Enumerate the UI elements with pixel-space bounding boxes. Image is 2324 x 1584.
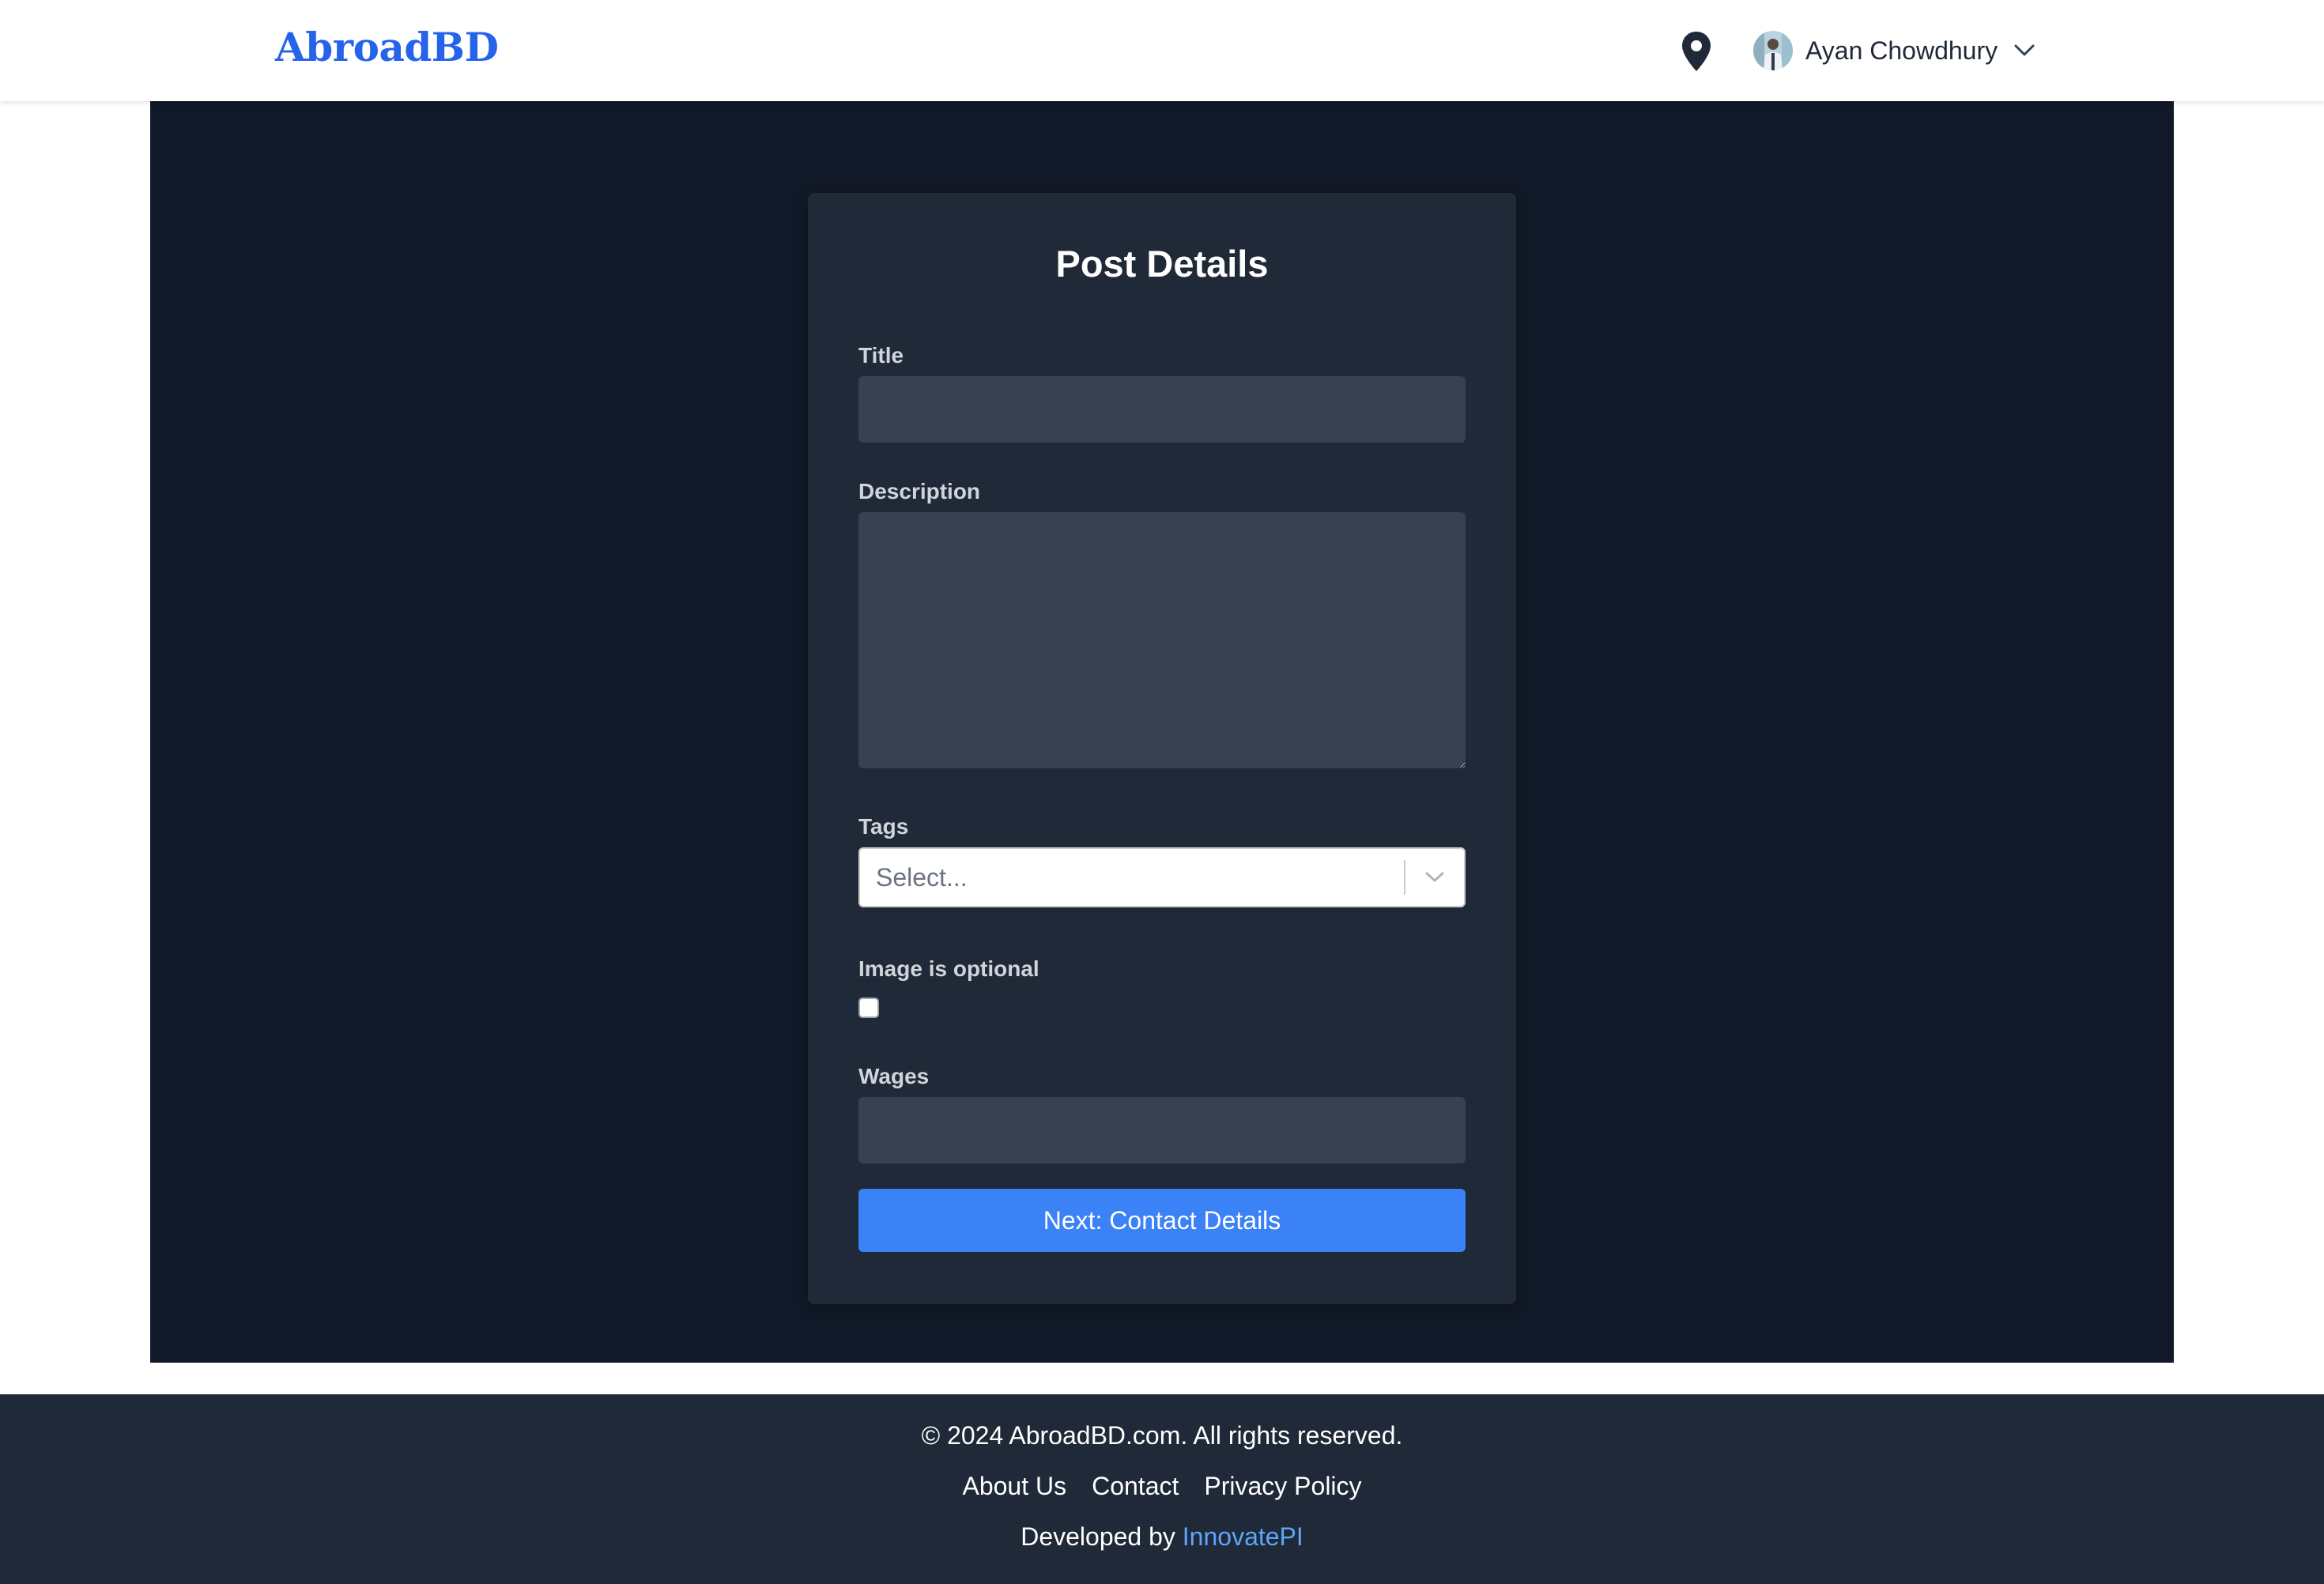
- post-details-form: Post Details Title Description Tags Sele…: [808, 193, 1516, 1304]
- map-pin-icon[interactable]: [1681, 30, 1712, 73]
- developed-by-prefix: Developed by: [1021, 1522, 1183, 1551]
- chevron-down-icon[interactable]: [1405, 849, 1464, 906]
- description-label: Description: [858, 479, 981, 503]
- copyright-text: © 2024 AbroadBD.com. All rights reserved…: [921, 1421, 1403, 1450]
- tags-label: Tags: [858, 814, 909, 839]
- image-optional-checkbox[interactable]: [858, 998, 879, 1018]
- wages-input[interactable]: [858, 1097, 1466, 1163]
- footer-link-contact[interactable]: Contact: [1092, 1472, 1179, 1501]
- developer-link[interactable]: InnovatePI: [1183, 1522, 1303, 1551]
- top-navbar: AbroadBD Ayan Chowdhury: [0, 0, 2324, 101]
- developed-by: Developed by InnovatePI: [0, 1522, 2324, 1552]
- tags-select[interactable]: Select...: [858, 847, 1466, 907]
- title-label: Title: [858, 343, 904, 368]
- title-input[interactable]: [858, 376, 1466, 443]
- site-footer: © 2024 AbroadBD.com. All rights reserved…: [0, 1394, 2324, 1584]
- avatar: [1753, 31, 1793, 70]
- main-content: Post Details Title Description Tags Sele…: [150, 101, 2174, 1363]
- next-contact-details-button[interactable]: Next: Contact Details: [858, 1189, 1466, 1252]
- image-optional-label: Image is optional: [858, 956, 1039, 981]
- form-title: Post Details: [1055, 243, 1269, 285]
- wages-label: Wages: [858, 1064, 930, 1088]
- footer-link-privacy-policy[interactable]: Privacy Policy: [1204, 1472, 1361, 1501]
- footer-link-about-us[interactable]: About Us: [962, 1472, 1066, 1501]
- tags-select-placeholder: Select...: [876, 862, 968, 892]
- footer-nav: About Us Contact Privacy Policy: [0, 1472, 2324, 1501]
- site-logo[interactable]: AbroadBD: [275, 24, 499, 70]
- description-textarea[interactable]: [858, 512, 1466, 768]
- chevron-down-icon: [2014, 44, 2035, 56]
- user-name: Ayan Chowdhury: [1805, 36, 1998, 65]
- user-menu[interactable]: Ayan Chowdhury: [1753, 30, 2035, 71]
